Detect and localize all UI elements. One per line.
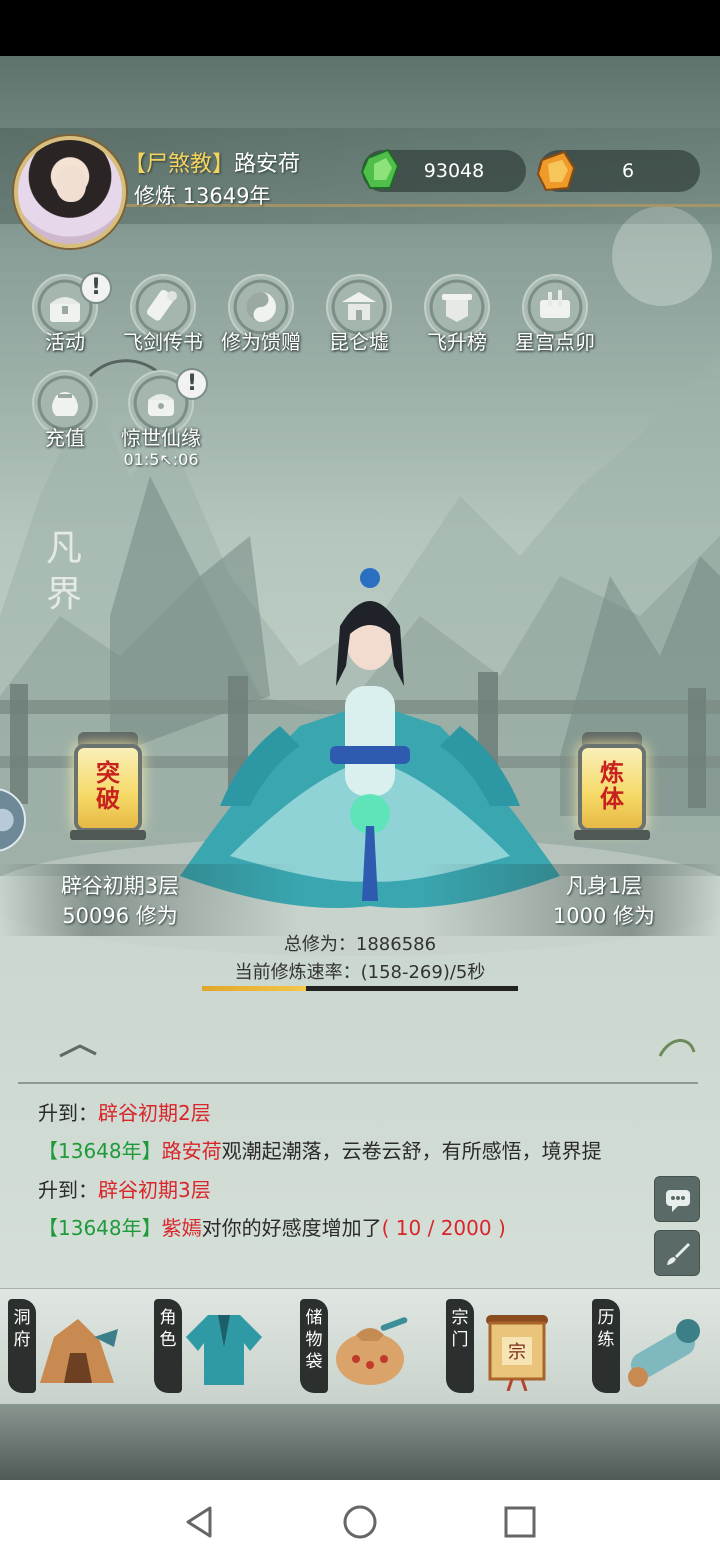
menu-label: 惊世仙缘 <box>121 426 201 450</box>
cultivation-years: 修炼 13649年 <box>134 184 271 208</box>
log-highlight: 辟谷初期3层 <box>98 1178 211 1202</box>
log-text: 对你的好感度增加了 <box>201 1216 382 1240</box>
log-year: 【13648年】 <box>38 1139 162 1163</box>
bottom-band <box>0 1404 720 1480</box>
log-name: 紫嫣 <box>161 1216 202 1240</box>
right-stage-stats: 凡身1层 1000 修为 <box>420 864 720 936</box>
log-year: 【13648年】 <box>38 1216 162 1240</box>
gold-amount: 6 <box>621 160 635 182</box>
sect-name: 【尸煞教】 <box>124 152 235 177</box>
menu-recharge[interactable]: 充值 <box>20 370 110 460</box>
lantern-text: 炼体 <box>600 758 624 813</box>
body-refine-lantern[interactable]: 炼体 <box>574 732 650 842</box>
total-cultivation: 总修为：1886586 <box>283 934 437 955</box>
log-line: 升到：辟谷初期3层 <box>38 1175 658 1205</box>
menu-label: 飞升榜 <box>427 330 487 354</box>
menu-label: 修为馈赠 <box>221 330 301 354</box>
bag-icon <box>336 1317 408 1385</box>
yin-yang-icon <box>246 292 276 322</box>
nav-label: 角色 <box>154 1299 182 1393</box>
training-scroll-icon <box>628 1319 700 1387</box>
bottom-navigation: 洞府 角色 储物袋 宗 宗门 历练 <box>0 1288 720 1404</box>
log-name: 路安荷 <box>161 1139 222 1163</box>
status-bar <box>0 0 720 56</box>
avatar-face <box>56 166 86 202</box>
brush-button[interactable] <box>654 1230 700 1276</box>
log-extra: ( 10 / 2000 ) <box>381 1216 506 1240</box>
nav-label: 宗门 <box>446 1299 474 1393</box>
scroll-icon <box>146 289 177 321</box>
recents-icon[interactable] <box>500 1502 540 1542</box>
lantern-base <box>574 830 650 840</box>
chat-icon <box>666 1190 690 1212</box>
left-stage-name: 辟谷初期3层 <box>60 874 180 898</box>
nav-training[interactable]: 历练 <box>592 1299 712 1395</box>
right-stage-name: 凡身1层 <box>565 874 643 898</box>
lantern-base <box>70 830 146 840</box>
player-avatar[interactable] <box>14 136 126 248</box>
banner-icon <box>442 294 472 322</box>
jade-amount: 93048 <box>423 160 485 182</box>
cultivation-rate: 当前修炼速率：(158-269)/5秒 <box>234 962 486 983</box>
breakthrough-lantern[interactable]: 突破 <box>70 732 146 842</box>
log-line: 升到：辟谷初期2层 <box>38 1098 658 1128</box>
cultivation-progress-bar <box>202 986 518 991</box>
right-stage-xp: 1000 修为 <box>552 904 656 928</box>
left-stage-stats: 辟谷初期3层 50096 修为 <box>0 864 300 936</box>
nav-cave[interactable]: 洞府 <box>8 1299 128 1395</box>
brush-icon <box>667 1243 690 1265</box>
player-name: 【尸煞教】路安荷 <box>124 146 300 178</box>
log-line: 【13648年】路安荷观潮起潮落，云卷云舒，有所感悟，境界提 <box>38 1136 658 1166</box>
menu-label: 星宫点卯 <box>515 330 595 354</box>
system-navigation-bar <box>0 1480 720 1560</box>
progress-fill <box>202 986 307 991</box>
log-line: 【13648年】紫嫣对你的好感度增加了( 10 / 2000 ) <box>38 1213 658 1243</box>
robe-icon <box>186 1315 262 1385</box>
scroll-table-icon <box>540 290 570 318</box>
svg-text:宗: 宗 <box>508 1342 526 1363</box>
nav-sect[interactable]: 宗 宗门 <box>446 1299 566 1395</box>
event-timer: 01:5↖:06 <box>123 450 199 469</box>
log-prefix: 升到： <box>38 1178 98 1202</box>
nav-character[interactable]: 角色 <box>154 1299 274 1395</box>
player-name-text: 路安荷 <box>234 152 301 177</box>
menu-label: 活动 <box>45 330 85 354</box>
menu-flying-letter[interactable]: 飞剑传书 <box>118 274 208 364</box>
menu-label: 飞剑传书 <box>123 330 203 354</box>
gold-currency[interactable]: 6 <box>536 150 700 192</box>
menu-label: 昆仑墟 <box>329 330 389 354</box>
game-screen: 【尸煞教】路安荷 修炼 13649年 93048 6 活动 ! 飞剑传书 修为馈… <box>0 56 720 1480</box>
alert-badge: ! <box>80 272 112 304</box>
log-divider <box>18 1082 698 1084</box>
nav-label: 历练 <box>592 1299 620 1393</box>
realm-label: 凡界 <box>45 528 82 615</box>
log-text: 观潮起潮落，云卷云舒，有所感悟，境界提 <box>221 1139 602 1163</box>
menu-kunlun-ruins[interactable]: 昆仑墟 <box>314 274 404 364</box>
nav-label: 洞府 <box>8 1299 36 1393</box>
jade-currency[interactable]: 93048 <box>360 148 526 192</box>
log-highlight: 辟谷初期2层 <box>98 1101 211 1125</box>
log-prefix: 升到： <box>38 1101 98 1125</box>
nav-label: 储物袋 <box>300 1299 328 1393</box>
chat-button[interactable] <box>654 1176 700 1222</box>
home-icon[interactable] <box>340 1502 380 1542</box>
lantern-text: 突破 <box>96 758 120 813</box>
palace-icon <box>342 292 376 320</box>
nav-storage-bag[interactable]: 储物袋 <box>300 1299 420 1395</box>
left-stage-xp: 50096 修为 <box>62 904 178 928</box>
menu-label: 充值 <box>45 426 85 450</box>
sect-scroll-icon: 宗 <box>486 1315 548 1391</box>
menu-amazing-fate[interactable]: 惊世仙缘 01:5↖:06 ! <box>116 368 208 469</box>
menu-ascension-rank[interactable]: 飞升榜 <box>412 274 502 364</box>
menu-cultivation-gift[interactable]: 修为馈赠 <box>216 274 306 364</box>
pouch-icon <box>52 392 78 416</box>
menu-star-palace-checkin[interactable]: 星宫点卯 <box>510 274 600 364</box>
cave-icon <box>40 1319 118 1383</box>
alert-badge: ! <box>176 368 208 400</box>
menu-activity[interactable]: 活动 ! <box>20 272 112 364</box>
back-icon[interactable] <box>180 1502 220 1542</box>
